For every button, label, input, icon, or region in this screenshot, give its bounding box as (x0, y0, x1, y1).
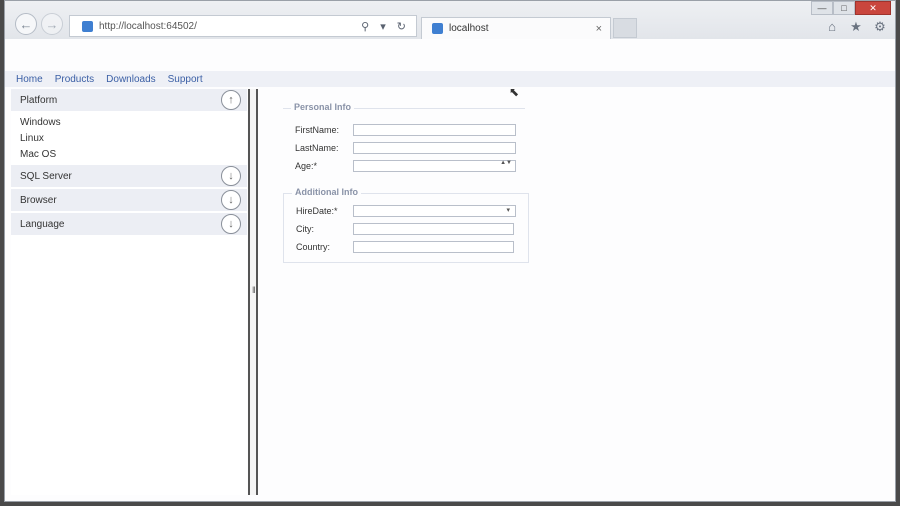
age-label: Age:* (295, 161, 318, 171)
browser-toolbar: ← → http://localhost:64502/ ⚲ ▾ ↻ localh… (5, 1, 895, 40)
grip-icon: ‖ (252, 285, 256, 295)
browser-tools: ⌂ ★ ⚙ (825, 19, 887, 35)
mouse-cursor-icon: ⬉ (509, 85, 520, 99)
accordion-title: SQL Server (20, 170, 72, 182)
hiredate-label: HireDate:* (296, 206, 338, 216)
forward-button[interactable]: → (41, 13, 63, 35)
ie-page-icon (82, 20, 93, 32)
search-refresh-icons[interactable]: ⚲ ▾ ↻ (361, 20, 416, 33)
url-text[interactable]: http://localhost:64502/ (99, 21, 361, 32)
accordion-header-browser[interactable]: Browser ↓ (11, 189, 247, 211)
tab-title: localhost (449, 23, 489, 34)
accordion-header-platform[interactable]: Platform ↑ (11, 89, 247, 111)
menu-item-products[interactable]: Products (55, 74, 94, 85)
expand-down-icon[interactable]: ↓ (221, 214, 241, 234)
minimize-button[interactable]: — (811, 1, 833, 15)
window-controls: — □ ✕ (811, 1, 891, 15)
collapse-up-icon[interactable]: ↑ (221, 90, 241, 110)
close-window-button[interactable]: ✕ (855, 1, 891, 15)
tab-close-icon[interactable]: × (596, 23, 602, 35)
lastname-label: LastName: (295, 143, 339, 153)
accordion-title: Browser (20, 194, 57, 206)
accordion-header-sql-server[interactable]: SQL Server ↓ (11, 165, 247, 187)
firstname-input[interactable] (353, 124, 516, 136)
hiredate-dropdown[interactable]: ▾ (353, 205, 516, 217)
menu-item-support[interactable]: Support (168, 74, 203, 85)
top-menu: Home Products Downloads Support (5, 71, 895, 87)
ie-tab-icon (432, 23, 443, 34)
expand-down-icon[interactable]: ↓ (221, 190, 241, 210)
chevron-down-icon[interactable]: ▾ (506, 206, 510, 214)
country-input[interactable] (353, 241, 514, 253)
expand-down-icon[interactable]: ↓ (221, 166, 241, 186)
accordion-title: Platform (20, 94, 58, 106)
menu-item-downloads[interactable]: Downloads (106, 74, 155, 85)
favorites-star-icon[interactable]: ★ (849, 19, 863, 35)
back-arrow-icon: ← (19, 16, 33, 32)
additional-info-legend: Additional Info (292, 187, 361, 197)
city-input[interactable] (353, 223, 514, 235)
menu-item-home[interactable]: Home (16, 74, 43, 85)
maximize-button[interactable]: □ (833, 1, 855, 15)
browser-window: ← → http://localhost:64502/ ⚲ ▾ ↻ localh… (4, 0, 896, 502)
personal-info-legend: Personal Info (291, 102, 355, 112)
city-label: City: (296, 224, 314, 234)
settings-gear-icon[interactable]: ⚙ (873, 19, 887, 35)
platform-item-windows[interactable]: Windows (20, 117, 61, 128)
spinner-arrows-icon[interactable]: ▲▼ (500, 160, 512, 166)
home-icon[interactable]: ⌂ (825, 19, 839, 35)
accordion-title: Language (20, 218, 65, 230)
country-label: Country: (296, 242, 331, 252)
platform-item-macos[interactable]: Mac OS (20, 149, 56, 160)
splitter-handle[interactable]: ‖ (248, 89, 258, 495)
age-numeric-input[interactable]: ▲▼ (353, 160, 516, 172)
firstname-label: FirstName: (295, 125, 340, 135)
tab-localhost[interactable]: localhost × (421, 17, 611, 39)
address-bar[interactable]: http://localhost:64502/ ⚲ ▾ ↻ (69, 15, 417, 37)
back-button[interactable]: ← (15, 13, 37, 35)
lastname-input[interactable] (353, 142, 516, 154)
accordion-header-language[interactable]: Language ↓ (11, 213, 247, 235)
new-tab-button[interactable] (613, 18, 637, 38)
platform-item-linux[interactable]: Linux (20, 133, 44, 144)
accordion-panel: Platform ↑ Windows Linux Mac OS SQL Serv… (11, 89, 247, 495)
forward-arrow-icon: → (45, 16, 59, 32)
page-content: Home Products Downloads Support Platform… (5, 39, 895, 501)
